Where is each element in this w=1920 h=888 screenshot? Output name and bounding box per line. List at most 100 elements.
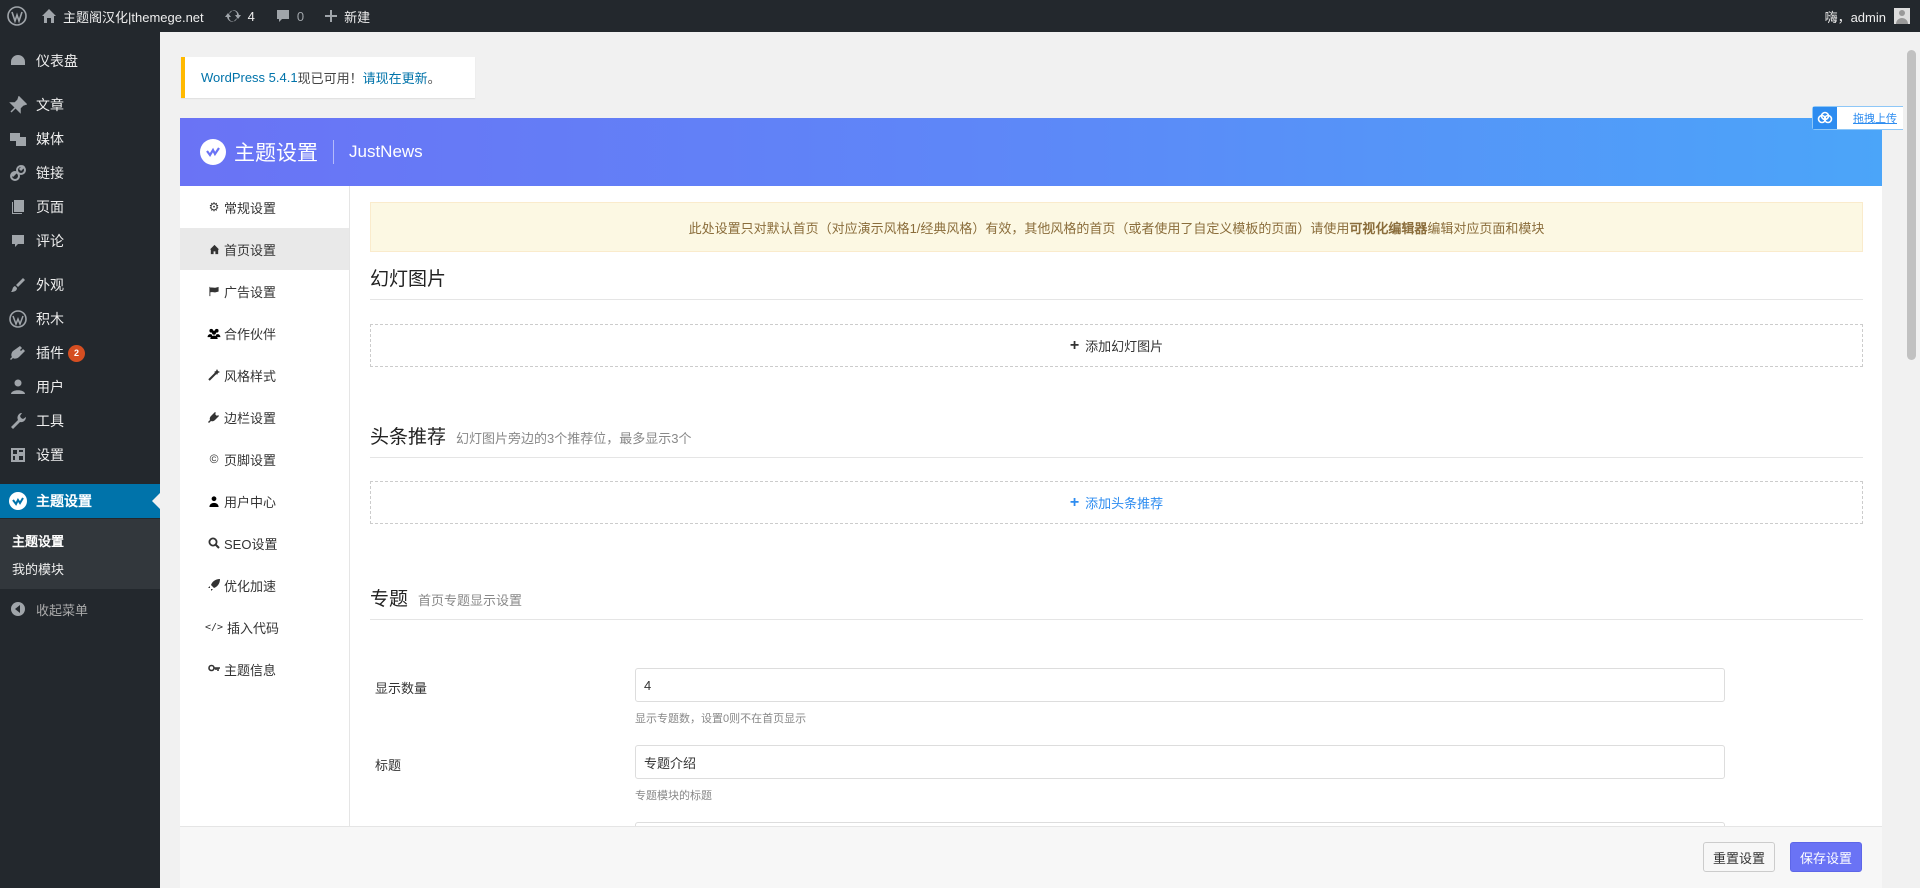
- menu-label: 文章: [36, 97, 64, 113]
- nav-style[interactable]: 风格样式: [180, 354, 349, 396]
- menu-item-media[interactable]: 媒体: [0, 122, 160, 156]
- menu-label: 工具: [36, 413, 64, 429]
- wordpress-logo-icon[interactable]: [0, 0, 35, 32]
- topic-section-title: 专题 首页专题显示设置: [370, 586, 1863, 620]
- submenu-my-modules[interactable]: 我的模块: [12, 559, 64, 578]
- reset-settings-button[interactable]: 重置设置: [1703, 842, 1775, 872]
- section-title: 头条推荐: [370, 427, 447, 448]
- menu-item-settings[interactable]: 设置: [0, 438, 160, 472]
- nav-sidebar-settings[interactable]: 边栏设置: [180, 396, 349, 438]
- menu-item-blocks[interactable]: 积木: [0, 302, 160, 336]
- page-scrollbar[interactable]: [1903, 32, 1920, 888]
- panel-footer: 重置设置 保存设置: [180, 826, 1882, 888]
- nav-label: SEO设置: [224, 536, 278, 552]
- menu-item-users[interactable]: 用户: [0, 370, 160, 404]
- new-content-link[interactable]: 新建: [314, 0, 380, 32]
- topic-count-input[interactable]: [635, 668, 1725, 702]
- greeting: 嗨，admin: [1824, 9, 1886, 25]
- gear-icon: ⚙: [208, 200, 220, 214]
- media-icon: [0, 130, 36, 148]
- update-notice-end: 。: [427, 71, 441, 86]
- scrollbar-thumb[interactable]: [1907, 50, 1916, 360]
- nav-label: 常规设置: [224, 200, 277, 216]
- new-label: 新建: [344, 9, 371, 25]
- plugin-update-badge: 2: [68, 344, 85, 362]
- add-slide-label: 添加幻灯图片: [1085, 339, 1164, 354]
- nav-seo-settings[interactable]: SEO设置: [180, 522, 349, 564]
- wordpress-version-link[interactable]: WordPress 5.4.1: [201, 70, 298, 85]
- menu-label: 外观: [36, 277, 64, 293]
- comments-link[interactable]: 0: [265, 0, 314, 32]
- my-account[interactable]: 嗨，admin: [1825, 0, 1910, 32]
- magic-wand-icon: [207, 369, 221, 381]
- brush-icon: [0, 276, 36, 294]
- menu-item-tools[interactable]: 工具: [0, 404, 160, 438]
- menu-item-links[interactable]: 链接: [0, 156, 160, 190]
- panel-nav: ⚙ 常规设置 首页设置 广告设置 合作伙伴 风格样式 边栏设置 © 页脚设置 用…: [180, 186, 350, 888]
- collapse-menu-button[interactable]: 收起菜单: [0, 592, 160, 626]
- updates-link[interactable]: 4: [214, 0, 265, 32]
- topic-title-input[interactable]: [635, 745, 1725, 779]
- home-icon: [207, 244, 221, 255]
- nav-user-center[interactable]: 用户中心: [180, 480, 349, 522]
- nav-label: 合作伙伴: [224, 326, 277, 342]
- nav-home-settings[interactable]: 首页设置: [180, 228, 349, 270]
- menu-item-comments[interactable]: 评论: [0, 224, 160, 258]
- pin-icon: [0, 96, 36, 114]
- menu-item-dashboard[interactable]: 仪表盘: [0, 44, 160, 78]
- menu-label: 主题设置: [36, 493, 92, 509]
- menu-label: 积木: [36, 311, 64, 327]
- admin-menu: 仪表盘 文章 媒体 链接 页面 评论 外观 积木 插件 2 用户 工具 设置 主…: [0, 32, 160, 888]
- collapse-arrow-icon: [0, 601, 36, 617]
- nav-insert-code[interactable]: </> 插入代码: [180, 606, 349, 648]
- save-settings-button[interactable]: 保存设置: [1790, 842, 1862, 872]
- add-headline-label: 添加头条推荐: [1085, 496, 1164, 511]
- menu-item-plugins[interactable]: 插件 2: [0, 336, 160, 370]
- submenu-theme-settings[interactable]: 主题设置: [12, 531, 64, 550]
- plug-icon: [207, 411, 221, 423]
- comments-count: 0: [296, 8, 305, 24]
- nav-optimize[interactable]: 优化加速: [180, 564, 349, 606]
- topic-title-label: 标题: [375, 758, 402, 773]
- nav-ad-settings[interactable]: 广告设置: [180, 270, 349, 312]
- settings-icon: [0, 446, 36, 464]
- nav-label: 用户中心: [224, 494, 277, 510]
- menu-item-posts[interactable]: 文章: [0, 88, 160, 122]
- menu-item-appearance[interactable]: 外观: [0, 268, 160, 302]
- plus-icon: [325, 10, 338, 22]
- visual-editor-text: 可视化编辑器: [1349, 220, 1428, 236]
- nav-general-settings[interactable]: ⚙ 常规设置: [180, 186, 349, 228]
- add-headline-button[interactable]: + 添加头条推荐: [370, 481, 1863, 524]
- home-icon: [42, 9, 56, 23]
- site-name-link[interactable]: 主题阁汉化|themege.net: [35, 0, 214, 32]
- topic-count-help: 显示专题数，设置0则不在首页显示: [635, 713, 807, 725]
- nav-footer-settings[interactable]: © 页脚设置: [180, 438, 349, 480]
- collapse-label: 收起菜单: [36, 602, 89, 618]
- rocket-icon: [207, 579, 221, 591]
- link-icon: [0, 164, 36, 182]
- add-slide-button[interactable]: + 添加幻灯图片: [370, 324, 1863, 367]
- plus-icon: +: [1069, 493, 1080, 511]
- nav-label: 页脚设置: [224, 452, 277, 468]
- section-title: 幻灯图片: [370, 269, 447, 290]
- section-title: 专题: [370, 589, 409, 610]
- site-name: 主题阁汉化|themege.net: [63, 9, 204, 25]
- users-icon: [207, 328, 221, 339]
- menu-item-pages[interactable]: 页面: [0, 190, 160, 224]
- topic-count-label: 显示数量: [375, 681, 428, 696]
- nav-label: 插入代码: [227, 620, 280, 636]
- slides-section-title: 幻灯图片: [370, 266, 1863, 300]
- menu-item-theme-settings[interactable]: 主题设置: [0, 484, 160, 518]
- update-now-link[interactable]: 请现在更新: [363, 68, 428, 87]
- comment-icon: [276, 10, 289, 22]
- nav-partners[interactable]: 合作伙伴: [180, 312, 349, 354]
- wrench-icon: [0, 412, 36, 430]
- code-icon: </>: [204, 621, 224, 633]
- nav-theme-info[interactable]: 主题信息: [180, 648, 349, 690]
- nav-label: 优化加速: [224, 578, 277, 594]
- menu-label: 插件: [36, 345, 64, 361]
- headline-section-title: 头条推荐 幻灯图片旁边的3个推荐位，最多显示3个: [370, 424, 1863, 458]
- user-icon: [0, 378, 36, 396]
- theme-settings-submenu: 主题设置 我的模块: [0, 519, 160, 589]
- theme-logo-icon: [0, 491, 36, 511]
